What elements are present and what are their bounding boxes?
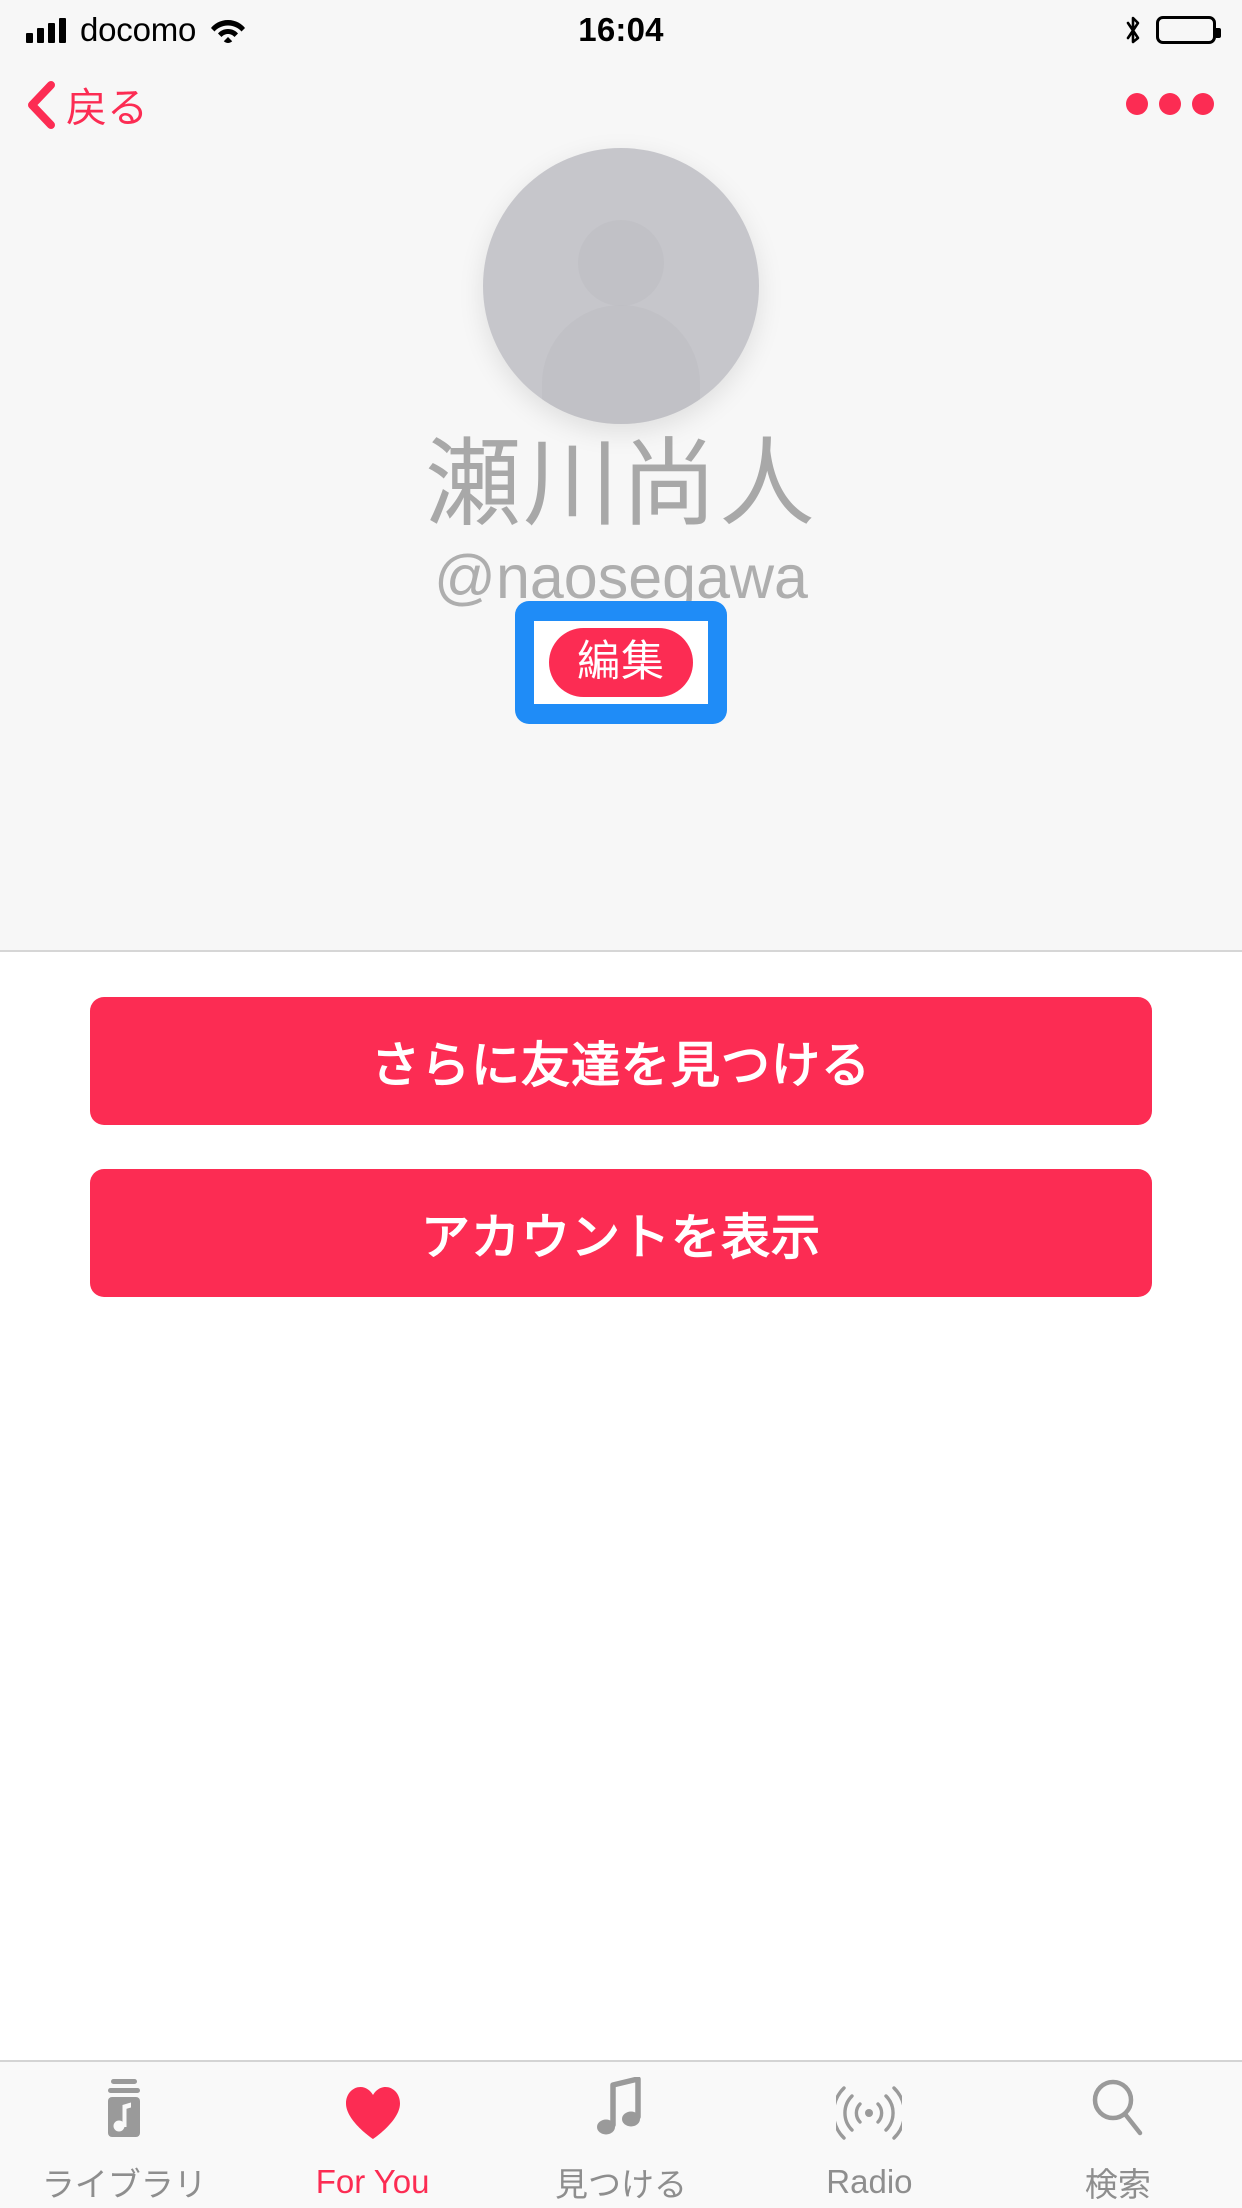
chevron-left-icon: [26, 80, 56, 129]
main-content: さらに友達を見つける アカウントを表示: [0, 952, 1242, 2060]
tab-library[interactable]: ライブラリ: [0, 2062, 248, 2208]
status-bar-right: [1122, 14, 1221, 46]
avatar-container: [0, 148, 1242, 424]
avatar[interactable]: [483, 148, 759, 424]
search-icon: [1082, 2072, 1154, 2144]
tab-bar: ライブラリ For You 見つける Radio 検索: [0, 2060, 1242, 2208]
radio-waves-icon: [833, 2077, 905, 2149]
back-button-label: 戻る: [66, 85, 148, 131]
tab-browse[interactable]: 見つける: [497, 2062, 745, 2208]
signal-bars-icon: [26, 17, 66, 43]
library-icon: [88, 2072, 160, 2144]
edit-button-highlight-annotation: 編集: [515, 601, 727, 724]
navigation-bar: 戻る: [0, 60, 1242, 148]
wifi-icon: [210, 16, 246, 44]
view-account-button[interactable]: アカウントを表示: [90, 1169, 1152, 1297]
status-bar: docomo 16:04: [0, 0, 1242, 60]
app-screen: docomo 16:04 戻る 瀬川尚人 @naosegawa 編集 さらに友達…: [0, 0, 1242, 2208]
tab-radio-label: Radio: [826, 2163, 913, 2200]
back-button[interactable]: 戻る: [26, 74, 148, 134]
more-horizontal-icon-dot: [1159, 93, 1181, 115]
person-placeholder-avatar-body: [542, 305, 700, 424]
profile-header: 戻る 瀬川尚人 @naosegawa 編集: [0, 60, 1242, 952]
person-placeholder-avatar-head: [578, 219, 664, 306]
profile-display-name: 瀬川尚人: [425, 431, 817, 538]
tab-for-you-label: For You: [315, 2163, 430, 2200]
more-horizontal-icon-dot: [1126, 93, 1148, 115]
edit-profile-button[interactable]: 編集: [549, 628, 693, 697]
music-note-icon: [585, 2072, 657, 2144]
tab-browse-label: 見つける: [555, 2166, 688, 2203]
battery-icon: [1156, 16, 1221, 44]
more-horizontal-icon-dot: [1192, 93, 1214, 115]
carrier-label: docomo: [80, 11, 197, 48]
bluetooth-icon: [1122, 14, 1144, 46]
edit-button-highlight-inner: 編集: [534, 621, 708, 704]
tab-for-you[interactable]: For You: [248, 2062, 496, 2208]
tab-library-label: ライブラリ: [41, 2166, 207, 2203]
tab-radio[interactable]: Radio: [745, 2062, 993, 2208]
status-bar-left: docomo: [26, 11, 246, 49]
find-more-friends-button[interactable]: さらに友達を見つける: [90, 997, 1152, 1125]
tab-search[interactable]: 検索: [994, 2062, 1242, 2208]
heart-icon: [337, 2077, 409, 2149]
tab-search-label: 検索: [1084, 2166, 1151, 2203]
more-options-button[interactable]: [1122, 83, 1218, 125]
